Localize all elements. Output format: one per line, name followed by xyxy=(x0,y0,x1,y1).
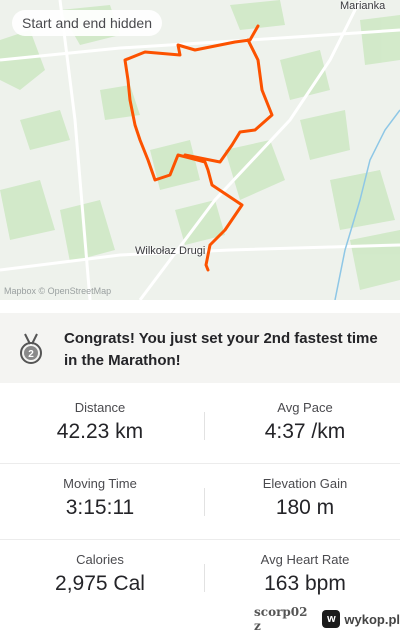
town-label-wilkolaz-drugi: Wilkołaz Drugi xyxy=(135,245,206,257)
stat-distance: Distance 42.23 km xyxy=(0,388,200,464)
stat-calories: Calories 2,975 Cal xyxy=(0,540,200,616)
stat-label: Avg Pace xyxy=(277,400,333,415)
watermark-user: scorp02 z xyxy=(254,605,308,630)
map-attribution[interactable]: Mapbox © OpenStreetMap xyxy=(4,286,111,296)
medal-icon: 2 xyxy=(20,333,42,364)
stats-row: Moving Time 3:15:11 Elevation Gain 180 m xyxy=(0,464,400,540)
achievement-text: Congrats! You just set your 2nd fastest … xyxy=(64,330,378,369)
stat-label: Distance xyxy=(74,400,126,415)
stats-grid: Distance 42.23 km Avg Pace 4:37 /km Movi… xyxy=(0,388,400,616)
stat-label: Calories xyxy=(76,552,124,567)
watermark-site: wykop.pl xyxy=(344,611,400,627)
wykop-watermark: scorp02 z w wykop.pl xyxy=(254,605,400,630)
stats-row: Distance 42.23 km Avg Pace 4:37 /km xyxy=(0,388,400,464)
route-map[interactable]: Start and end hidden Marianka Wilkołaz D… xyxy=(0,0,400,300)
stat-label: Avg Heart Rate xyxy=(260,552,350,567)
stat-value: 42.23 km xyxy=(56,420,144,443)
wykop-logo-icon: w xyxy=(322,610,341,628)
stat-elevation-gain: Elevation Gain 180 m xyxy=(205,464,400,540)
start-end-hidden-chip: Start and end hidden xyxy=(12,10,162,36)
stat-value: 180 m xyxy=(275,496,335,519)
stat-value: 3:15:11 xyxy=(65,496,135,519)
stat-value: 163 bpm xyxy=(264,572,346,595)
stat-avg-pace: Avg Pace 4:37 /km xyxy=(205,388,400,464)
town-label-marianka: Marianka xyxy=(340,0,386,12)
stat-value: 4:37 /km xyxy=(264,420,346,443)
stats-row: Calories 2,975 Cal Avg Heart Rate 163 bp… xyxy=(0,540,400,616)
achievement-banner[interactable]: 2 Congrats! You just set your 2nd fastes… xyxy=(0,313,400,383)
stat-label: Elevation Gain xyxy=(262,476,348,491)
svg-text:2: 2 xyxy=(28,349,34,360)
stat-label: Moving Time xyxy=(63,476,137,491)
stat-value: 2,975 Cal xyxy=(55,572,145,595)
stat-moving-time: Moving Time 3:15:11 xyxy=(0,464,200,540)
